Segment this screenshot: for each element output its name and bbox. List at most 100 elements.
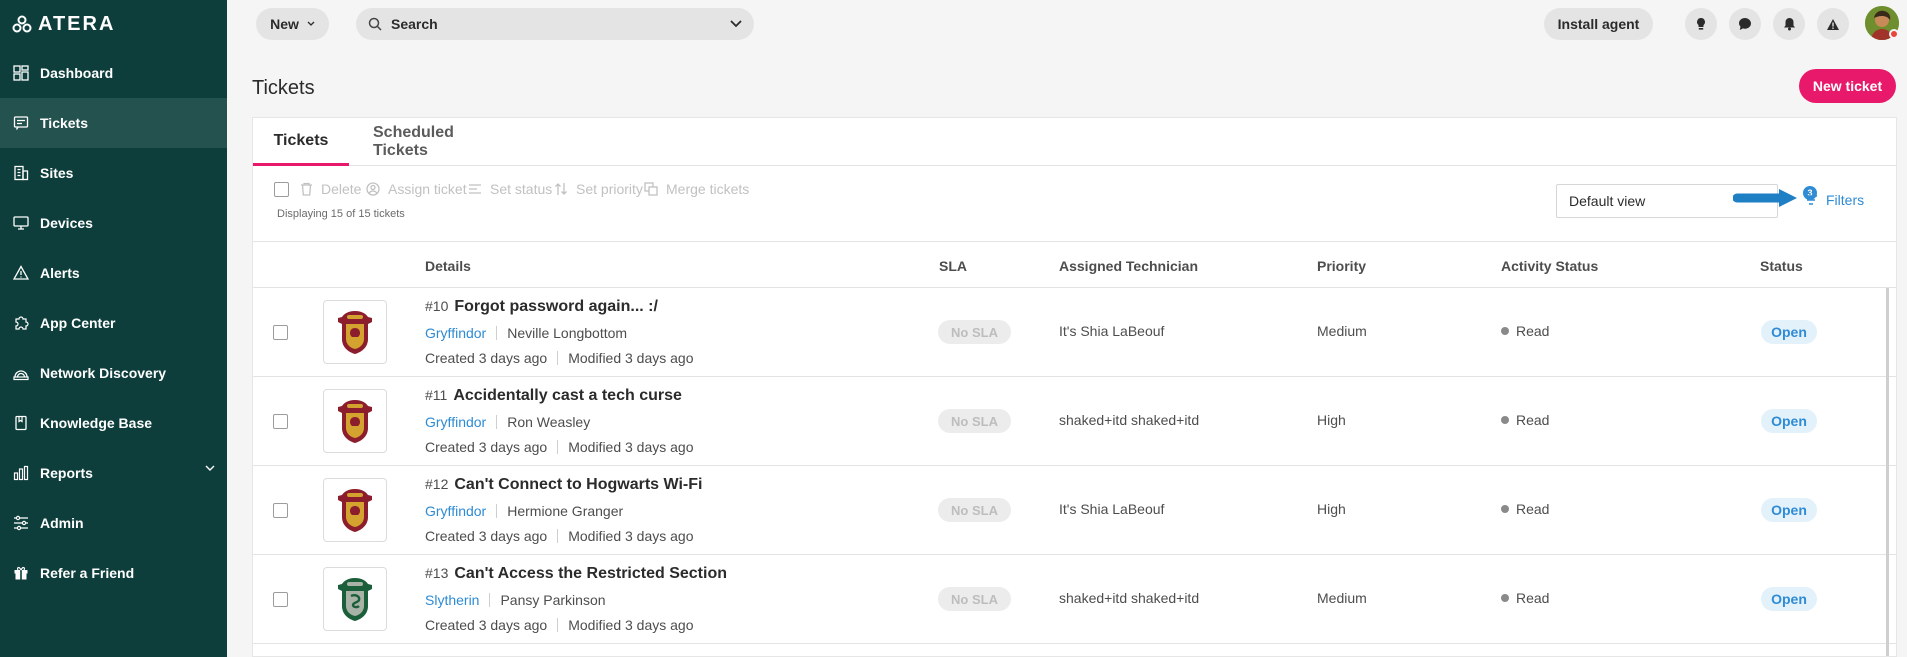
chevron-down-icon[interactable] [730, 20, 742, 28]
ticket-dates: Created 3 days ago Modified 3 days ago [425, 439, 694, 455]
ticket-customer: Slytherin Pansy Parkinson [425, 592, 606, 608]
ticket-title[interactable]: Can't Connect to Hogwarts Wi-Fi [454, 476, 702, 494]
customer-link[interactable]: Gryffindor [425, 325, 486, 341]
column-header-assigned-technician[interactable]: Assigned Technician [1059, 258, 1198, 274]
customer-link[interactable]: Slytherin [425, 592, 479, 608]
contact-name: Hermione Granger [507, 503, 624, 519]
table-row[interactable]: #12 Can't Connect to Hogwarts Wi-Fi Gryffi… [253, 466, 1896, 555]
activity-label: Read [1516, 590, 1550, 606]
ticket-heading[interactable]: #13 Can't Access the Restricted Section [425, 565, 727, 583]
set-priority-button[interactable]: Set priority [554, 179, 643, 199]
tab-tickets[interactable]: Tickets [253, 118, 349, 166]
house-crest-icon [323, 478, 387, 542]
house-crest-icon [323, 389, 387, 453]
row-checkbox[interactable] [273, 503, 288, 518]
sidebar-item-refer-a-friend[interactable]: Refer a Friend [0, 548, 227, 598]
ticket-dates: Created 3 days ago Modified 3 days ago [425, 528, 694, 544]
row-checkbox[interactable] [273, 325, 288, 340]
atera-logo[interactable]: ATERA [12, 12, 115, 36]
divider [557, 529, 559, 543]
activity-dot [1501, 505, 1509, 513]
column-header-activity-status[interactable]: Activity Status [1501, 258, 1598, 274]
topbar: New Search Install agent [227, 0, 1907, 48]
ticket-number: #13 [425, 565, 449, 581]
row-checkbox[interactable] [273, 414, 288, 429]
delete-button[interactable]: Delete [300, 179, 361, 199]
sidebar-item-sites[interactable]: Sites [0, 148, 227, 198]
sidebar-item-label: App Center [40, 315, 116, 331]
sidebar-item-devices[interactable]: Devices [0, 198, 227, 248]
new-button-label: New [270, 16, 299, 32]
status-list-icon [469, 184, 481, 194]
notifications-button[interactable] [1773, 8, 1805, 40]
tab-scheduled-tickets[interactable]: Scheduled Tickets [373, 118, 495, 166]
select-all-checkbox[interactable] [274, 179, 289, 199]
ticket-heading[interactable]: #12 Can't Connect to Hogwarts Wi-Fi [425, 476, 702, 494]
sidebar-item-label: Reports [40, 465, 93, 481]
filters-button[interactable]: Filters [1804, 192, 1864, 208]
assign-ticket-button[interactable]: Assign ticket [366, 179, 467, 199]
ticket-title[interactable]: Accidentally cast a tech curse [453, 387, 682, 405]
customer-link[interactable]: Gryffindor [425, 503, 486, 519]
sidebar-item-label: Sites [40, 165, 74, 181]
ticket-heading[interactable]: #11 Accidentally cast a tech curse [425, 387, 682, 405]
created-date: Created 3 days ago [425, 528, 548, 544]
new-ticket-button[interactable]: New ticket [1799, 69, 1896, 103]
merge-tickets-button[interactable]: Merge tickets [644, 179, 749, 199]
sidebar-item-tickets[interactable]: Tickets [0, 98, 227, 148]
column-header-details[interactable]: Details [425, 258, 471, 274]
status-badge[interactable]: Open [1761, 409, 1817, 433]
lightbulb-button[interactable] [1685, 8, 1717, 40]
sidebar-item-label: Tickets [40, 115, 88, 131]
gift-icon [12, 564, 30, 582]
merge-icon [644, 182, 658, 196]
table-row[interactable]: #11 Accidentally cast a tech curse Gryffin… [253, 377, 1896, 466]
ticket-number: #10 [425, 298, 449, 314]
customer-link[interactable]: Gryffindor [425, 414, 486, 430]
sidebar-item-admin[interactable]: Admin [0, 498, 227, 548]
status-badge[interactable]: Open [1761, 498, 1817, 522]
contact-name: Neville Longbottom [507, 325, 628, 341]
ticket-number: #11 [425, 387, 448, 403]
table-row[interactable]: #10 Forgot password again... :/ Gryffindor… [253, 288, 1896, 377]
chat-button[interactable] [1729, 8, 1761, 40]
sidebar-item-reports[interactable]: Reports [0, 448, 227, 498]
dashboard-icon [12, 64, 30, 82]
ticket-title[interactable]: Forgot password again... :/ [454, 298, 658, 316]
ticket-title[interactable]: Can't Access the Restricted Section [454, 565, 727, 583]
sidebar-item-label: Devices [40, 215, 93, 231]
ticket-customer: Gryffindor Neville Longbottom [425, 325, 627, 341]
priority: High [1317, 412, 1346, 428]
divider [557, 618, 559, 632]
column-header-status[interactable]: Status [1760, 258, 1803, 274]
divider [557, 351, 559, 365]
sla-badge: No SLA [938, 587, 1011, 611]
activity-dot [1501, 594, 1509, 602]
column-header-priority[interactable]: Priority [1317, 258, 1366, 274]
set-status-button[interactable]: Set status [468, 179, 552, 199]
search-input[interactable]: Search [356, 8, 754, 40]
sla-badge: No SLA [938, 409, 1011, 433]
row-checkbox[interactable] [273, 592, 288, 607]
sidebar-item-app-center[interactable]: App Center [0, 298, 227, 348]
table-row[interactable]: #13 Can't Access the Restricted Section Sl… [253, 555, 1896, 644]
sidebar-item-dashboard[interactable]: Dashboard [0, 48, 227, 98]
sidebar-item-alerts[interactable]: Alerts [0, 248, 227, 298]
install-agent-button[interactable]: Install agent [1544, 8, 1653, 40]
ticket-number: #12 [425, 476, 449, 492]
sidebar-item-network-discovery[interactable]: Network Discovery [0, 348, 227, 398]
filter-icon [1805, 195, 1817, 205]
scrollbar[interactable] [1886, 288, 1889, 656]
sidebar-item-label: Dashboard [40, 65, 114, 81]
new-button[interactable]: New [256, 8, 329, 40]
created-date: Created 3 days ago [425, 439, 548, 455]
sidebar-item-knowledge-base[interactable]: Knowledge Base [0, 398, 227, 448]
column-header-sla[interactable]: SLA [939, 258, 967, 274]
modified-date: Modified 3 days ago [568, 617, 694, 633]
sla-badge: No SLA [938, 498, 1011, 522]
status-badge[interactable]: Open [1761, 587, 1817, 611]
status-badge[interactable]: Open [1761, 320, 1817, 344]
alerts-button[interactable] [1817, 8, 1849, 40]
ticket-heading[interactable]: #10 Forgot password again... :/ [425, 298, 658, 316]
table-header: Details SLA Assigned Technician Priority… [253, 242, 1896, 288]
